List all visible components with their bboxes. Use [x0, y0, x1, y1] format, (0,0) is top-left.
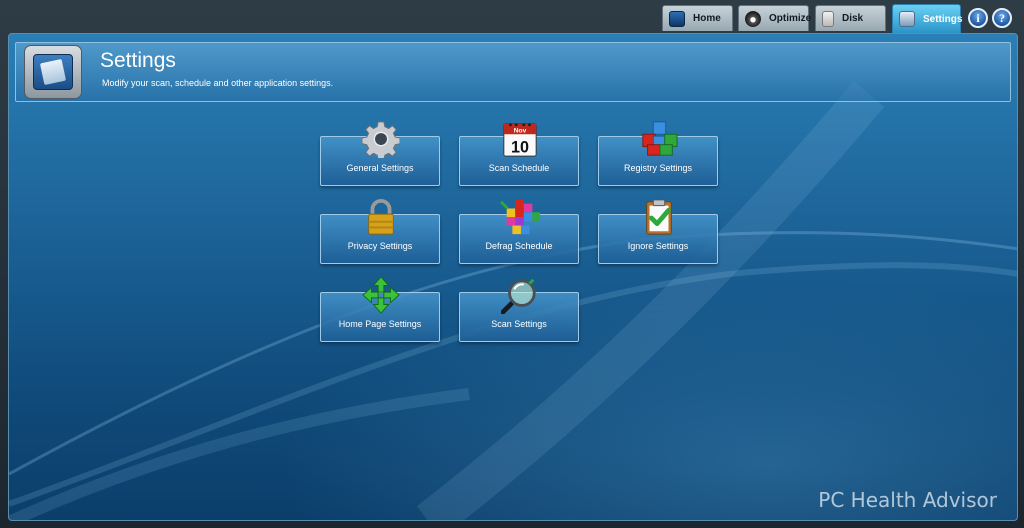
ignore-settings-label: Ignore Settings [627, 241, 689, 251]
calendar-day: 10 [511, 138, 529, 156]
general-settings-label: General Settings [346, 163, 414, 173]
tab-optimize-label: Optimize [769, 13, 812, 24]
padlock-icon [368, 198, 394, 235]
cubes-icon [642, 121, 678, 156]
info-button[interactable]: i [968, 8, 988, 28]
speedometer-icon [745, 10, 761, 27]
magnifier-icon [501, 278, 536, 314]
tab-home[interactable]: Home [662, 5, 733, 31]
gear-icon [362, 121, 400, 158]
top-tab-bar: Home Optimize Disk Settings i ? [0, 0, 1024, 34]
calendar-month: Nov [514, 127, 527, 134]
settings-panel-icon [24, 45, 82, 99]
registry-settings-label: Registry Settings [623, 163, 693, 173]
registry-settings-button[interactable]: Registry Settings [598, 121, 718, 186]
home-page-settings-label: Home Page Settings [338, 319, 422, 329]
general-settings-button[interactable]: General Settings [320, 121, 440, 186]
app-window: Home Optimize Disk Settings i ? Settings… [0, 0, 1024, 528]
move-arrows-icon [362, 276, 400, 314]
defrag-schedule-label: Defrag Schedule [485, 241, 553, 251]
info-icon: i [976, 10, 980, 25]
brand-watermark: PC Health Advisor [818, 488, 997, 512]
tab-optimize[interactable]: Optimize [738, 5, 812, 31]
tab-disk[interactable]: Disk [815, 5, 886, 31]
scan-schedule-button[interactable]: Nov 10 Scan Schedule [459, 123, 579, 186]
scan-schedule-label: Scan Schedule [488, 163, 550, 173]
disk-icon [822, 10, 834, 27]
ignore-settings-button[interactable]: Ignore Settings [598, 199, 718, 264]
page-subtitle: Modify your scan, schedule and other app… [102, 78, 334, 88]
settings-header: Settings Modify your scan, schedule and … [15, 42, 1011, 102]
home-page-settings-button[interactable]: Home Page Settings [320, 276, 440, 342]
tab-home-label: Home [693, 13, 721, 24]
scan-settings-button[interactable]: Scan Settings [459, 278, 579, 342]
privacy-settings-button[interactable]: Privacy Settings [320, 198, 440, 264]
help-icon: ? [999, 10, 1005, 25]
scan-settings-label: Scan Settings [491, 319, 547, 329]
page-title: Settings [100, 49, 176, 72]
help-button[interactable]: ? [992, 8, 1012, 28]
defrag-schedule-button[interactable]: Defrag Schedule [459, 199, 579, 264]
calendar-icon: Nov 10 [503, 123, 537, 157]
monitor-icon [669, 10, 685, 27]
privacy-settings-label: Privacy Settings [347, 241, 413, 251]
tab-settings-label: Settings [923, 13, 963, 25]
settings-icon [899, 11, 915, 27]
blocks-icon [499, 199, 540, 235]
clipboard-check-icon [646, 199, 672, 235]
tab-settings[interactable]: Settings [892, 4, 963, 33]
tab-disk-label: Disk [842, 13, 864, 24]
main-panel: Settings Modify your scan, schedule and … [8, 33, 1018, 521]
